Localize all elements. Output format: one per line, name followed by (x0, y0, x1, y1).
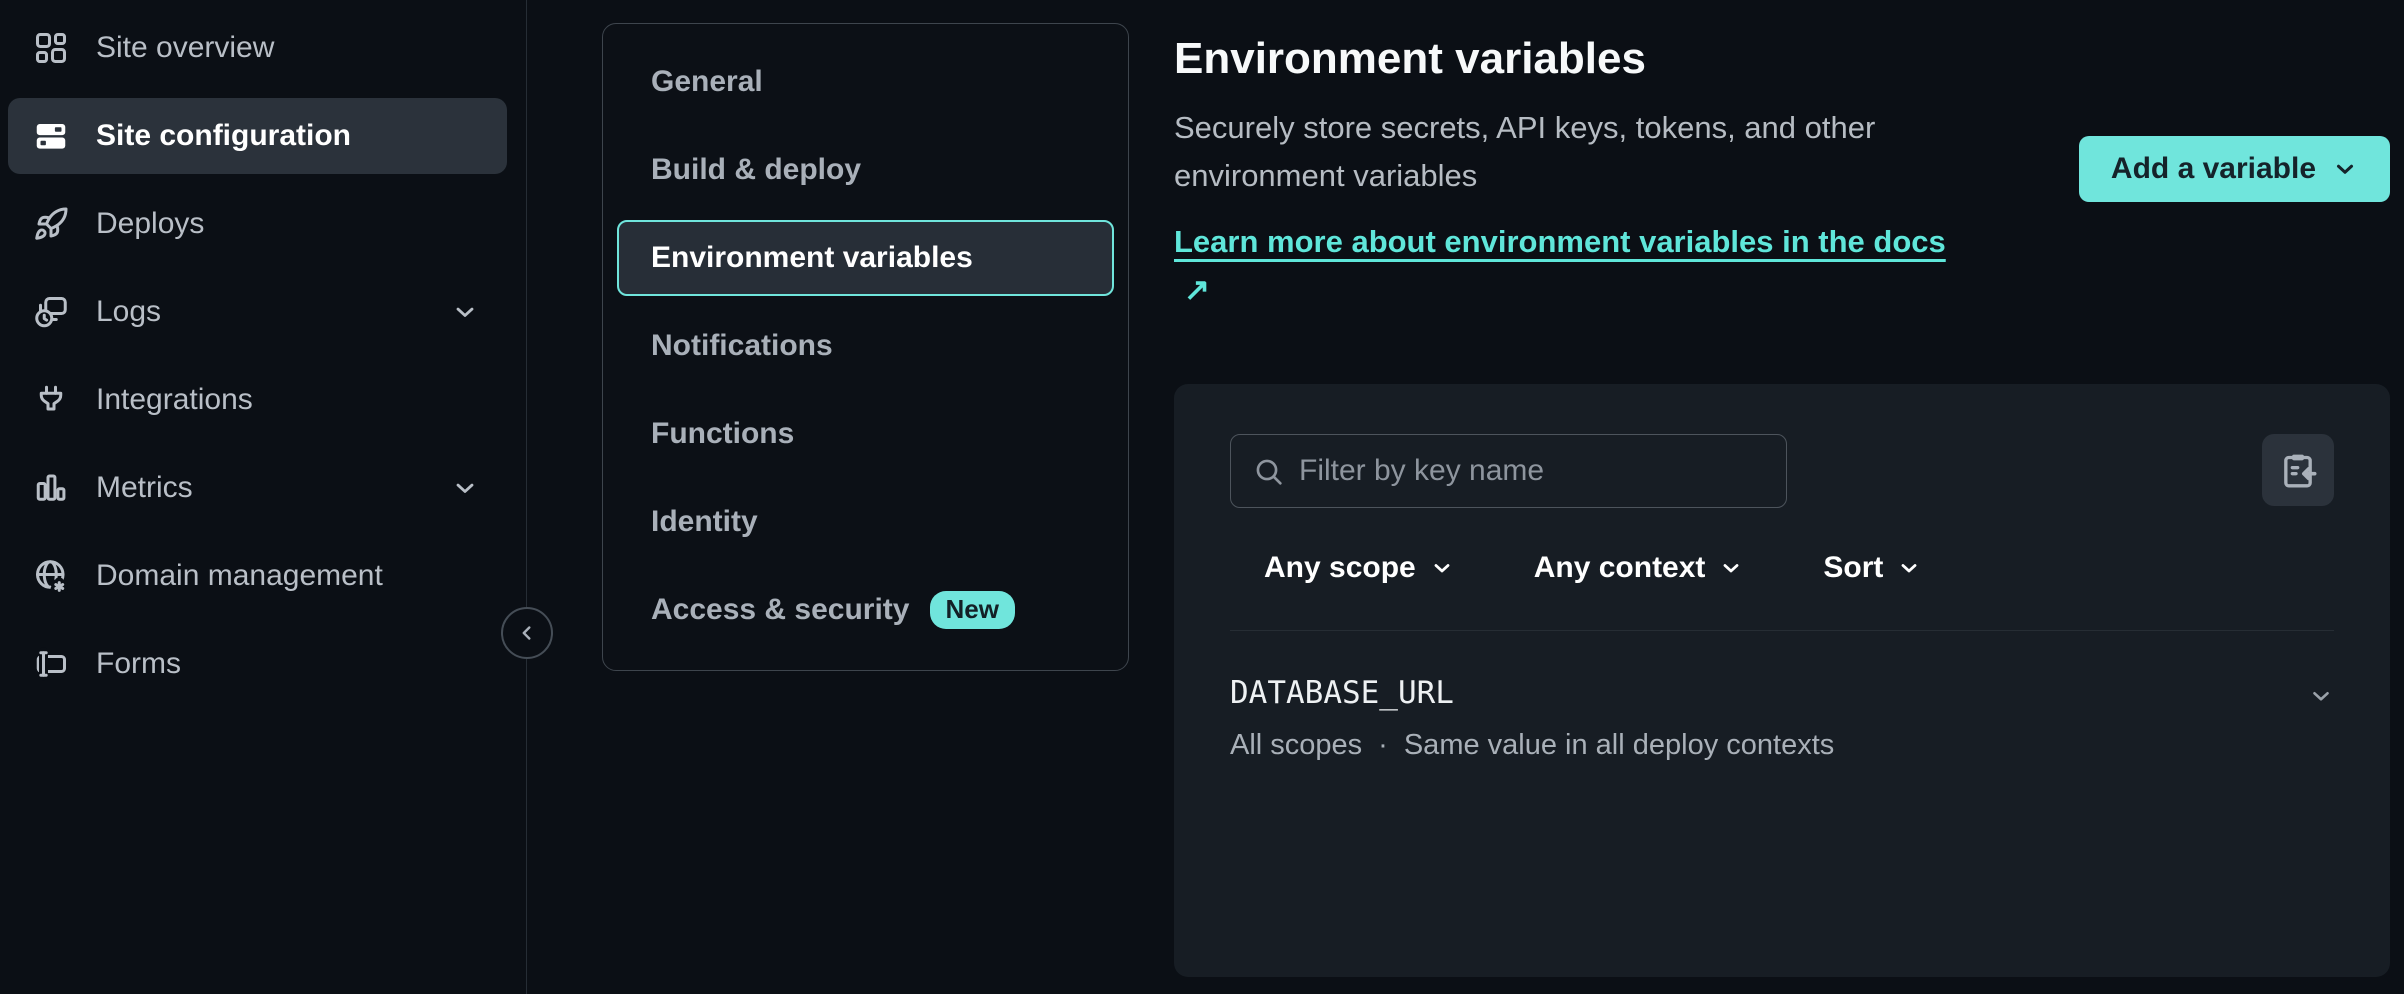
tab-notifications[interactable]: Notifications (603, 308, 1128, 384)
page-description: Securely store secrets, API keys, tokens… (1174, 104, 1954, 200)
server-stack-icon (32, 117, 70, 155)
sidebar-item-deploys[interactable]: Deploys (8, 186, 507, 262)
env-vars-panel: Any scope Any context Sort (1174, 384, 2390, 977)
filter-input-wrapper (1230, 434, 1787, 508)
sidebar-item-forms[interactable]: Forms (8, 626, 507, 702)
settings-nav: General Build & deploy Environment varia… (602, 23, 1129, 671)
env-var-row[interactable]: DATABASE_URL All scopes · Same value in … (1230, 675, 2334, 762)
sidebar-item-label: Integrations (96, 383, 253, 417)
tab-label: General (651, 65, 763, 99)
tab-label: Access & security (651, 593, 910, 627)
context-filter-dropdown[interactable]: Any context (1534, 551, 1744, 585)
clipboard-import-icon (2278, 450, 2318, 490)
env-var-scopes: All scopes (1230, 729, 1362, 762)
globe-icon (32, 557, 70, 595)
sidebar-item-label: Site overview (96, 31, 274, 65)
chevron-down-icon (1430, 556, 1454, 580)
sidebar-item-label: Metrics (96, 471, 193, 505)
tab-label: Functions (651, 417, 794, 451)
sidebar-item-label: Domain management (96, 559, 383, 593)
docs-link[interactable]: Learn more about environment variables i… (1174, 218, 1954, 314)
sort-label: Sort (1823, 551, 1883, 585)
env-var-contexts: Same value in all deploy contexts (1404, 729, 1834, 762)
plug-icon (32, 381, 70, 419)
external-link-icon: ↗ (1184, 272, 1210, 307)
logs-clock-icon (32, 293, 70, 331)
chevron-down-icon (1719, 556, 1743, 580)
sidebar-item-site-configuration[interactable]: Site configuration (8, 98, 507, 174)
sidebar-item-label: Deploys (96, 207, 204, 241)
page-header: Environment variables Securely store sec… (1174, 20, 2390, 314)
docs-link-text: Learn more about environment variables i… (1174, 224, 1946, 259)
add-variable-button[interactable]: Add a variable (2079, 136, 2390, 202)
sidebar-item-label: Forms (96, 647, 181, 681)
filter-bar: Any scope Any context Sort (1230, 546, 2334, 590)
sidebar-item-integrations[interactable]: Integrations (8, 362, 507, 438)
tab-environment-variables[interactable]: Environment variables (617, 220, 1114, 296)
tab-general[interactable]: General (603, 44, 1128, 120)
app-root: Site overview Site configuration (0, 0, 2404, 994)
sidebar-item-label: Site configuration (96, 119, 351, 153)
rocket-icon (32, 205, 70, 243)
scope-filter-label: Any scope (1264, 551, 1416, 585)
chevron-down-icon[interactable] (451, 298, 479, 326)
grid-icon (32, 29, 70, 67)
bar-chart-icon (32, 469, 70, 507)
tab-label: Identity (651, 505, 758, 539)
sidebar-item-label: Logs (96, 295, 161, 329)
tab-label: Build & deploy (651, 153, 861, 187)
env-var-meta: All scopes · Same value in all deploy co… (1230, 729, 1834, 762)
sort-dropdown[interactable]: Sort (1823, 551, 1921, 585)
main-content: General Build & deploy Environment varia… (527, 0, 2404, 994)
chevron-down-icon[interactable] (451, 474, 479, 502)
context-filter-label: Any context (1534, 551, 1706, 585)
tab-identity[interactable]: Identity (603, 484, 1128, 560)
chevron-left-icon (516, 622, 538, 644)
tab-build-deploy[interactable]: Build & deploy (603, 132, 1128, 208)
sidebar-collapse-button[interactable] (501, 607, 553, 659)
import-env-button[interactable] (2262, 434, 2334, 506)
env-vars-section: Environment variables Securely store sec… (1174, 0, 2390, 977)
form-input-icon (32, 645, 70, 683)
add-variable-label: Add a variable (2111, 152, 2316, 186)
env-var-key: DATABASE_URL (1230, 675, 1834, 711)
sidebar-item-domain-management[interactable]: Domain management (8, 538, 507, 614)
sidebar-item-metrics[interactable]: Metrics (8, 450, 507, 526)
new-badge: New (930, 591, 1015, 629)
sidebar-item-site-overview[interactable]: Site overview (8, 10, 507, 86)
tab-access-security[interactable]: Access & security New (603, 572, 1128, 648)
chevron-down-icon (1897, 556, 1921, 580)
page-title: Environment variables (1174, 30, 1954, 88)
meta-separator: · (1378, 729, 1388, 762)
tab-functions[interactable]: Functions (603, 396, 1128, 472)
chevron-down-icon (2332, 156, 2358, 182)
row-expand-chevron-icon (2308, 683, 2334, 709)
sidebar-item-logs[interactable]: Logs (8, 274, 507, 350)
sidebar: Site overview Site configuration (0, 0, 527, 994)
filter-input[interactable] (1231, 435, 1786, 507)
tab-label: Notifications (651, 329, 833, 363)
scope-filter-dropdown[interactable]: Any scope (1264, 551, 1454, 585)
tab-label: Environment variables (651, 241, 973, 275)
